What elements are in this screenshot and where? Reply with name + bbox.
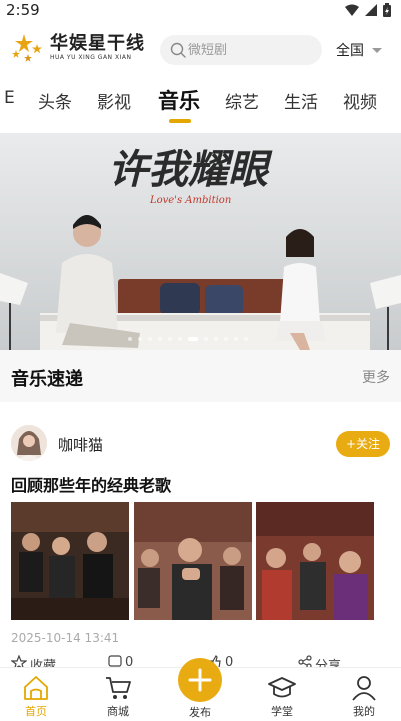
nav-mine-label: 我的: [353, 705, 375, 718]
nav-publish-label: 发布: [189, 706, 211, 719]
logo-title: 华娱星干线: [50, 33, 145, 54]
share-label: 分享: [315, 659, 342, 667]
logo-stars-icon: [12, 34, 42, 62]
tab-life[interactable]: 生活: [284, 88, 318, 113]
nav-mine[interactable]: 我的: [334, 673, 394, 719]
nav-school-label: 学堂: [271, 705, 293, 718]
follow-button[interactable]: +关注: [336, 431, 390, 457]
signal-icon: [365, 4, 377, 16]
nav-shop[interactable]: 商城: [88, 673, 148, 719]
carousel-dot[interactable]: [244, 337, 248, 341]
avatar[interactable]: [11, 425, 47, 461]
carousel-dots: [128, 337, 248, 341]
nav-school[interactable]: 学堂: [252, 673, 312, 719]
more-link[interactable]: 更多: [362, 367, 390, 387]
banner-carousel[interactable]: 许我耀眼 Love's Ambition: [0, 133, 401, 350]
publish-button[interactable]: [178, 658, 222, 702]
search-box[interactable]: [160, 35, 322, 65]
tab-film-tv[interactable]: 影视: [97, 88, 131, 113]
plus-icon: [188, 668, 212, 692]
carousel-dot[interactable]: [138, 337, 142, 341]
banner-subtitle-art: Love's Ambition: [149, 195, 231, 206]
tab-music[interactable]: 音乐: [158, 85, 200, 115]
carousel-dot[interactable]: [158, 337, 162, 341]
header: 华娱星干线 HUA YU XING GAN XIAN 全国: [0, 26, 401, 74]
status-bar: 2:59: [0, 0, 401, 22]
star-icon: [11, 655, 27, 667]
post-timestamp: 2025-10-14 13:41: [11, 631, 120, 645]
carousel-dot[interactable]: [168, 337, 172, 341]
bottom-nav: 首页 商城 发布 学堂 我的: [0, 658, 401, 721]
category-tabs: E 头条 影视 音乐 综艺 生活 视频: [0, 82, 401, 123]
post-image[interactable]: [134, 502, 252, 620]
status-icons: [345, 3, 391, 17]
tab-video[interactable]: 视频: [343, 88, 377, 113]
avatar-image: [11, 425, 47, 461]
favorite-label: 收藏: [30, 659, 57, 667]
like-count: 0: [225, 655, 234, 667]
carousel-dot[interactable]: [148, 337, 152, 341]
nav-shop-label: 商城: [107, 705, 129, 718]
caret-down-icon: [372, 47, 382, 53]
carousel-dot[interactable]: [188, 337, 198, 341]
cart-icon: [106, 677, 131, 699]
carousel-dot[interactable]: [224, 337, 228, 341]
search-icon: [170, 42, 186, 58]
carousel-dot[interactable]: [214, 337, 218, 341]
post-image[interactable]: [11, 502, 129, 620]
section-title: 音乐速递: [11, 369, 83, 390]
username[interactable]: 咖啡猫: [58, 434, 103, 455]
carousel-dot[interactable]: [178, 337, 182, 341]
share-button[interactable]: 分享: [298, 655, 341, 667]
post-image[interactable]: [256, 502, 374, 620]
app-logo: 华娱星干线 HUA YU XING GAN XIAN: [10, 32, 145, 64]
graduation-cap-icon: [268, 677, 296, 698]
home-icon: [24, 676, 48, 700]
section-header: 音乐速递 更多: [0, 350, 401, 402]
wifi-icon: [345, 4, 359, 16]
post-title[interactable]: 回顾那些年的经典老歌: [11, 472, 171, 496]
tab-headlines[interactable]: 头条: [38, 88, 72, 113]
tab-partial[interactable]: E: [4, 88, 16, 108]
comment-button[interactable]: 0: [108, 655, 133, 667]
user-icon: [352, 676, 376, 701]
banner-title-art: 许我耀眼: [108, 146, 273, 193]
nav-home[interactable]: 首页: [6, 673, 66, 719]
tab-variety[interactable]: 综艺: [225, 88, 259, 113]
comment-count: 0: [125, 655, 134, 667]
carousel-dot[interactable]: [128, 337, 132, 341]
comment-icon: [108, 655, 122, 667]
logo-subtitle: HUA YU XING GAN XIAN: [50, 54, 132, 61]
banner-image: 许我耀眼 Love's Ambition: [0, 133, 401, 350]
carousel-dot[interactable]: [234, 337, 238, 341]
battery-icon: [383, 3, 391, 17]
tab-active-indicator: [169, 119, 191, 123]
region-selector[interactable]: 全国: [336, 40, 382, 60]
share-icon: [298, 655, 312, 667]
nav-home-label: 首页: [25, 705, 47, 718]
favorite-button[interactable]: 收藏: [11, 655, 56, 667]
status-time: 2:59: [6, 1, 40, 19]
search-input[interactable]: [188, 42, 318, 58]
region-label: 全国: [336, 43, 364, 59]
carousel-dot[interactable]: [204, 337, 208, 341]
